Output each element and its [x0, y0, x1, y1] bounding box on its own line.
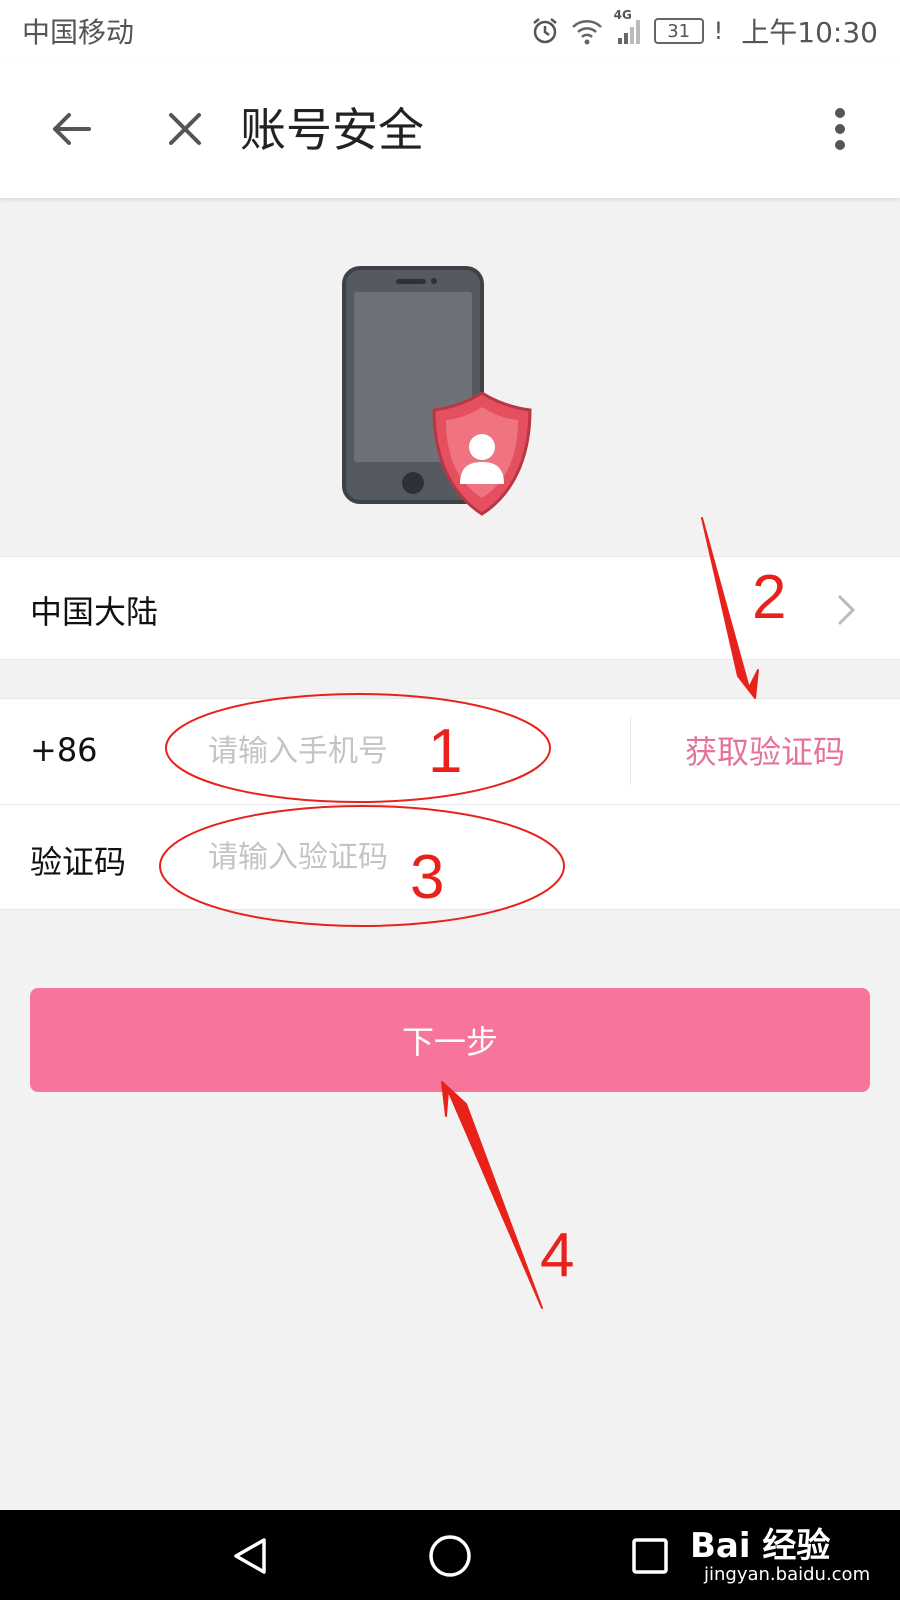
status-time: 上午10:30 [741, 16, 878, 49]
home-circle-icon [429, 1535, 471, 1577]
carrier-label: 中国移动 [22, 16, 135, 49]
nav-home-button[interactable] [420, 1526, 480, 1586]
region-label: 中国大陆 [30, 593, 159, 631]
baidu-watermark: Bai 经验 jingyan.baidu.com [690, 1514, 890, 1594]
alarm-icon [530, 16, 560, 46]
page-title: 账号安全 [240, 103, 424, 157]
next-button[interactable]: 下一步 [30, 988, 870, 1092]
code-input[interactable] [208, 829, 588, 885]
chevron-right-icon [837, 594, 856, 626]
watermark-brand: Bai 经验 [690, 1526, 831, 1566]
battery-warning: ! [713, 17, 724, 45]
wifi-icon [570, 16, 604, 46]
nav-back-button[interactable] [220, 1526, 280, 1586]
region-selector[interactable]: 中国大陆 [0, 556, 900, 660]
back-button[interactable] [38, 96, 104, 162]
phone-row: +86 获取验证码 [0, 698, 900, 804]
network-type: 4G [613, 8, 632, 22]
status-bar: 中国移动 4G 31 ! 上午10:30 [0, 0, 900, 62]
close-icon [169, 113, 201, 145]
signal-icon: 4G [614, 8, 644, 46]
more-button[interactable] [810, 96, 870, 162]
code-label: 验证码 [30, 843, 127, 881]
code-row: 验证码 [0, 804, 900, 910]
more-vertical-icon [835, 108, 845, 150]
close-button[interactable] [152, 96, 218, 162]
country-code: +86 [30, 731, 98, 769]
battery-level: 31 [667, 20, 691, 42]
battery-icon: 31 [653, 18, 704, 44]
get-code-button[interactable]: 获取验证码 [650, 727, 880, 773]
recents-square-icon [632, 1538, 668, 1574]
annotation-step-4: 4 [540, 1221, 574, 1290]
watermark-url: jingyan.baidu.com [704, 1564, 871, 1585]
app-bar: 账号安全 [0, 62, 900, 198]
status-icons: 4G 31 ! 上午10:30 [530, 8, 878, 51]
annotation-arrow-next [441, 1081, 543, 1309]
phone-shield-user-icon [342, 266, 532, 516]
vertical-divider [630, 717, 631, 785]
back-triangle-icon [234, 1538, 266, 1574]
nav-recents-button[interactable] [620, 1526, 680, 1586]
phone-input[interactable] [208, 723, 588, 779]
arrow-left-icon [53, 113, 91, 145]
phone-shield-illustration [340, 262, 560, 524]
